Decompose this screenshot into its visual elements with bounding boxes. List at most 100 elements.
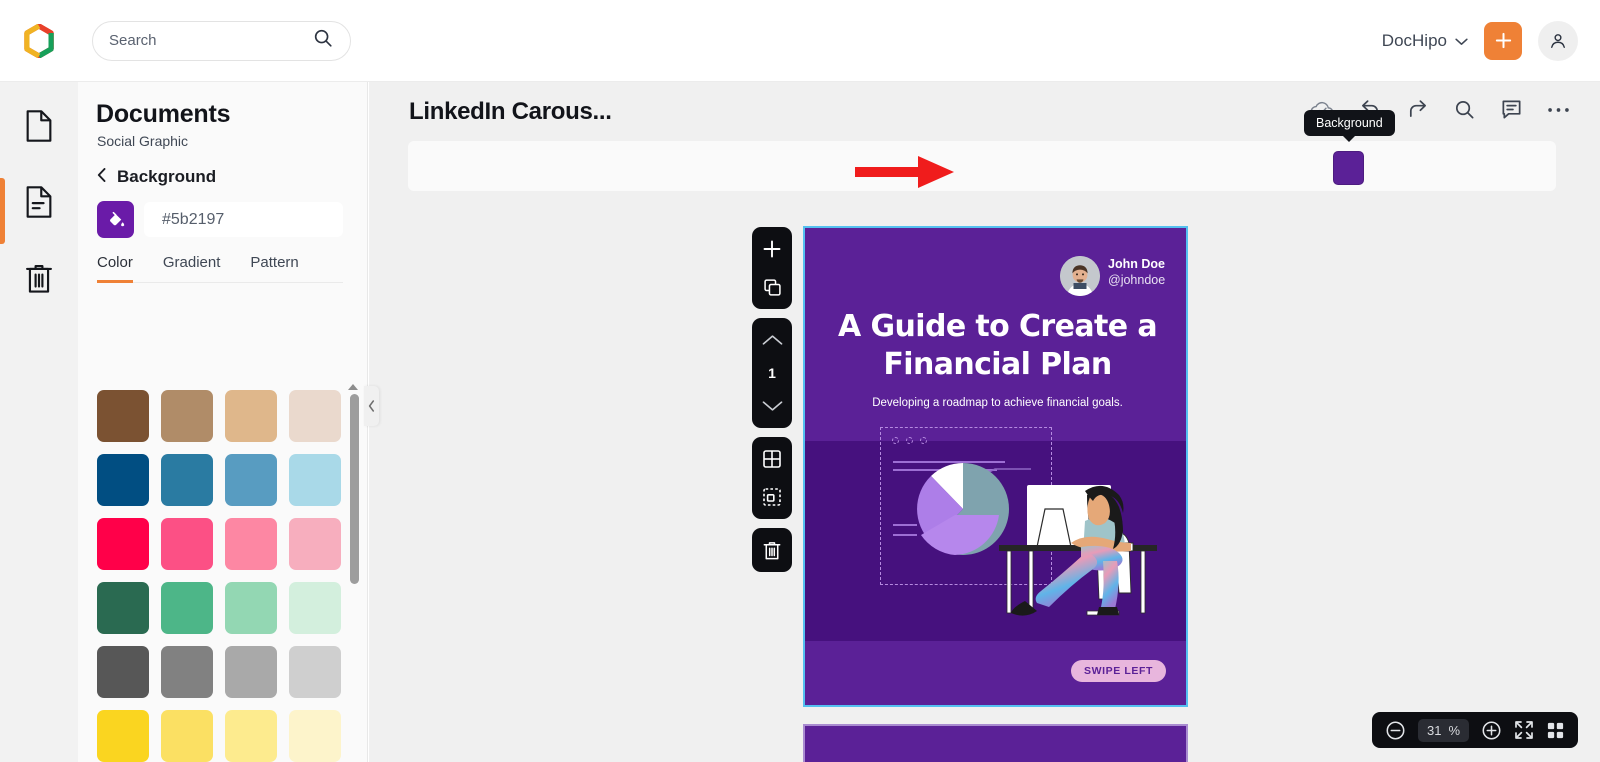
next-page-button[interactable] [759,393,785,419]
color-swatch-grid [78,310,368,762]
color-swatch[interactable] [289,390,341,442]
color-swatch[interactable] [161,454,213,506]
left-panel: Documents Social Graphic Background Colo… [78,82,368,762]
search-icon[interactable] [312,27,334,54]
brand-menu[interactable]: DocHipo [1382,31,1468,51]
color-swatch[interactable] [225,646,277,698]
search-box[interactable] [92,20,351,61]
more-icon[interactable] [1547,106,1570,114]
search-input[interactable] [109,32,312,49]
headline-line-1: A Guide to Create a [838,309,1158,344]
top-bar: DocHipo [0,0,1600,82]
page-delete-group [752,528,792,572]
app-root: DocHipo [0,0,1600,762]
color-swatch[interactable] [225,710,277,762]
add-page-button[interactable] [759,236,785,262]
color-swatch[interactable] [289,582,341,634]
property-bar: Background [408,110,1556,191]
zoom-level[interactable]: 31 % [1417,718,1469,742]
color-swatch[interactable] [97,646,149,698]
color-swatch-area [78,310,368,762]
editor-area: LinkedIn Carous... Background 1 John Doe… [369,82,1600,762]
panel-subtitle: Social Graphic [97,133,189,149]
author-handle: @johndoe [1108,273,1166,287]
color-swatch[interactable] [289,454,341,506]
previous-page-button[interactable] [759,327,785,353]
fullscreen-icon[interactable] [1514,720,1534,740]
color-swatch[interactable] [225,390,277,442]
hex-color-input[interactable] [144,202,343,237]
fill-type-tabs: Color Gradient Pattern [97,254,343,283]
color-swatch[interactable] [161,710,213,762]
current-page-number: 1 [768,365,776,381]
tab-pattern[interactable]: Pattern [250,254,298,283]
page-tools: 1 [752,227,792,572]
canvas-headline[interactable]: A Guide to Create a Financial Plan [805,308,1186,385]
tab-gradient[interactable]: Gradient [163,254,221,283]
icon-rail [0,82,78,762]
search-icon[interactable] [1453,98,1476,121]
grid-icon[interactable] [759,446,785,472]
tooltip-background: Background [1304,110,1395,142]
canvas-page-1[interactable]: John Doe @johndoe A Guide to Create a Fi… [803,226,1188,707]
color-swatch[interactable] [161,518,213,570]
annotation-arrow-icon [855,154,955,195]
color-swatch[interactable] [289,518,341,570]
document-title[interactable]: LinkedIn Carous... [409,98,612,126]
color-swatch[interactable] [289,710,341,762]
rail-item-trash[interactable] [0,250,78,306]
color-swatch[interactable] [289,646,341,698]
page-add-group [752,227,792,309]
zoom-level-value: 31 [1426,722,1442,738]
redo-icon[interactable] [1406,99,1429,120]
avatar [1060,256,1100,296]
color-swatch[interactable] [225,582,277,634]
color-swatch[interactable] [97,582,149,634]
swatch-scroll-up-arrow[interactable] [348,384,358,390]
color-swatch[interactable] [97,710,149,762]
chevron-down-icon [1455,31,1468,51]
comment-icon[interactable] [1500,98,1523,121]
desk-illustration [917,463,1157,616]
color-swatch[interactable] [225,454,277,506]
back-label: Background [117,167,217,186]
paint-bucket-icon[interactable] [97,201,134,238]
color-swatch[interactable] [161,646,213,698]
page-grid-icon[interactable] [1546,721,1565,740]
select-area-icon[interactable] [759,484,785,510]
page-layout-group [752,437,792,519]
color-swatch[interactable] [97,390,149,442]
chevron-left-icon [97,167,106,187]
swatch-scrollbar[interactable] [350,394,359,584]
back-to-background[interactable]: Background [78,149,367,187]
delete-page-button[interactable] [759,537,785,563]
color-swatch[interactable] [97,518,149,570]
hex-row [78,187,367,238]
tab-color[interactable]: Color [97,254,133,283]
zoom-bar: 31 % [1371,712,1578,748]
zoom-out-icon[interactable] [1385,720,1406,741]
panel-collapse-handle[interactable] [364,386,379,426]
headline-line-2: Financial Plan [883,347,1112,383]
duplicate-page-button[interactable] [759,274,785,300]
rail-item-templates[interactable] [0,98,78,154]
color-swatch[interactable] [97,454,149,506]
page-nav-group: 1 [752,318,792,428]
color-swatch[interactable] [161,582,213,634]
background-color-swatch[interactable]: Background [1304,110,1395,185]
zoom-in-icon[interactable] [1481,720,1502,741]
color-swatch[interactable] [225,518,277,570]
top-bar-right: DocHipo [1382,20,1600,61]
create-new-button[interactable] [1484,21,1522,60]
canvas-subtitle[interactable]: Developing a roadmap to achieve financia… [805,397,1186,409]
app-logo[interactable] [0,23,78,58]
swipe-left-badge: SWIPE LEFT [1071,660,1166,682]
account-button[interactable] [1538,20,1578,61]
canvas-page-2[interactable] [803,724,1188,762]
author-name: John Doe [1108,257,1165,271]
brand-label: DocHipo [1381,30,1447,50]
page-title: Documents [96,100,231,128]
color-swatch[interactable] [161,390,213,442]
rail-item-documents[interactable] [0,174,78,244]
zoom-level-unit: % [1448,722,1460,738]
